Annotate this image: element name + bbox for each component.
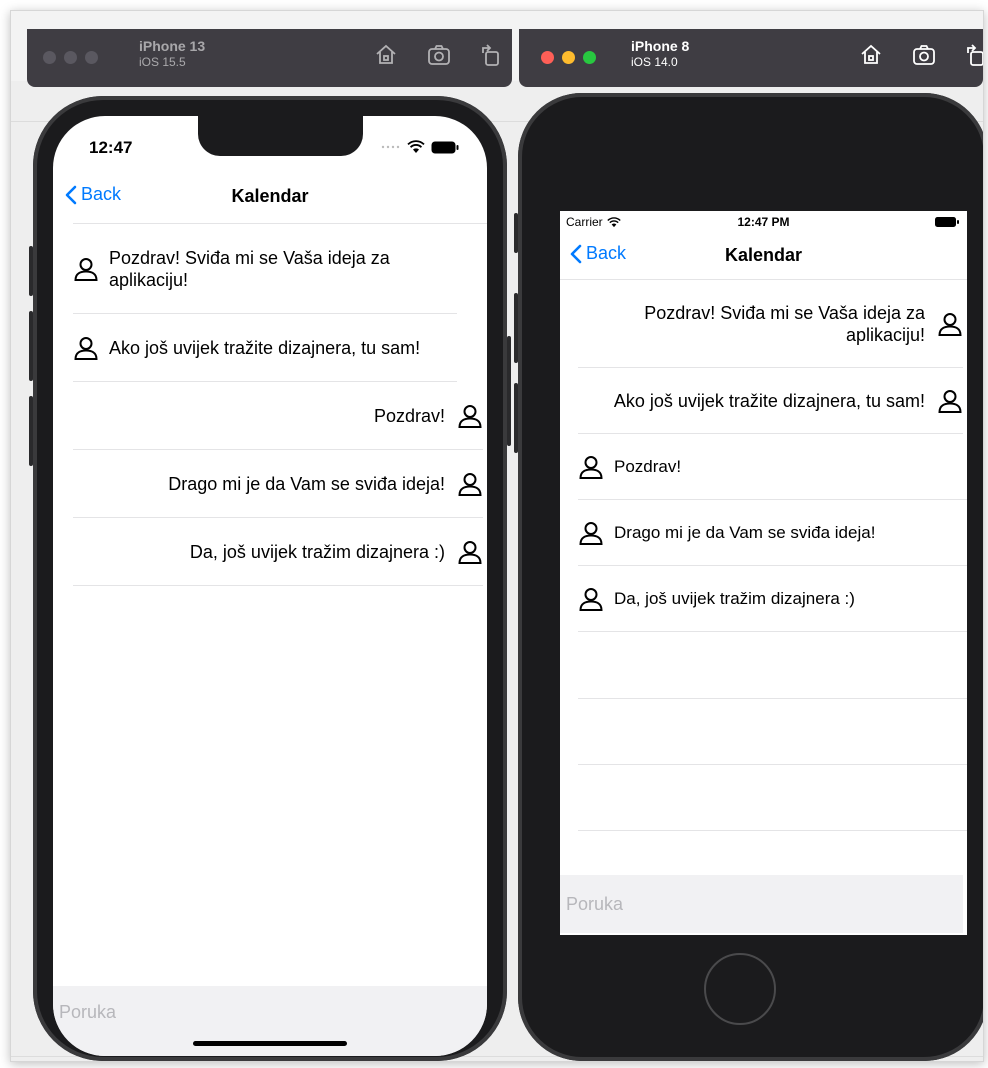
rotate-icon[interactable] — [965, 43, 984, 67]
status-bar: 12:47 — [53, 134, 487, 164]
message-input[interactable]: Poruka — [560, 875, 963, 933]
status-time: 12:47 — [89, 138, 133, 157]
message-row[interactable]: Pozdrav! — [578, 434, 967, 500]
user-icon — [938, 312, 962, 336]
device-name: iPhone 8 — [631, 38, 690, 54]
mute-switch — [514, 213, 518, 253]
nav-title: Kalendar — [724, 245, 803, 265]
screenshot-icon[interactable] — [911, 43, 937, 67]
message-text: Ako još uvijek tražite dizajnera, tu sam… — [109, 337, 421, 358]
volume-up-button — [29, 311, 33, 381]
message-text: Pozdrav! Sviđa mi se Vaša ideja za aplik… — [109, 247, 390, 290]
user-icon — [458, 540, 482, 564]
user-icon — [74, 336, 98, 360]
os-version: iOS 15.5 — [139, 55, 186, 69]
signal-icon — [381, 145, 400, 149]
user-icon — [458, 404, 482, 428]
power-button — [507, 336, 511, 446]
zoom-icon[interactable] — [85, 51, 98, 64]
message-row[interactable]: Da, još uvijek tražim dizajnera :) — [73, 518, 483, 586]
window-controls — [541, 51, 596, 64]
status-bar: Carrier 12:47 PM — [560, 211, 967, 233]
empty-row-separator — [578, 830, 967, 831]
message-text: Da, još uvijek tražim dizajnera :) — [614, 588, 855, 608]
battery-icon — [935, 217, 959, 227]
os-version: iOS 14.0 — [631, 55, 678, 69]
home-button[interactable] — [704, 953, 776, 1025]
status-time: 12:47 PM — [737, 215, 790, 229]
navigation-bar: Back Kalendar — [53, 174, 487, 218]
screenshot-frame: iPhone 13 iOS 15.5 iPhone 8 iOS 14.0 12:… — [10, 10, 984, 1062]
battery-icon — [431, 141, 459, 153]
close-icon[interactable] — [541, 51, 554, 64]
close-icon[interactable] — [43, 51, 56, 64]
minimize-icon[interactable] — [562, 51, 575, 64]
wifi-icon — [407, 140, 425, 153]
iphone13-device: 12:47 Back Kalendar Pozdrav! Sviđa mi se… — [29, 96, 511, 1061]
simulator-toolbar — [859, 43, 984, 67]
message-row[interactable]: Pozdrav! Sviđa mi se Vaša ideja za aplik… — [578, 280, 963, 368]
navigation-bar: Back Kalendar — [560, 233, 967, 277]
message-row[interactable]: Ako još uvijek tražite dizajnera, tu sam… — [73, 314, 457, 382]
iphone13-screen: 12:47 Back Kalendar Pozdrav! Sviđa mi se… — [53, 116, 487, 1056]
message-text: Da, još uvijek tražim dizajnera :) — [189, 541, 445, 562]
home-icon[interactable] — [859, 43, 883, 67]
message-text: Drago mi je da Vam se sviđa ideja! — [614, 522, 876, 542]
iphone8-screen: Carrier 12:47 PM Back Kalendar Pozdrav! … — [560, 211, 967, 935]
volume-up-button — [514, 293, 518, 363]
simulator-titlebar-iphone13[interactable]: iPhone 13 iOS 15.5 — [27, 29, 512, 87]
user-icon — [579, 455, 603, 479]
simulator-label: iPhone 8 iOS 14.0 — [631, 37, 689, 69]
simulator-titlebar-iphone8[interactable]: iPhone 8 iOS 14.0 — [519, 29, 983, 87]
simulator-label: iPhone 13 iOS 15.5 — [139, 37, 205, 69]
mute-switch — [29, 246, 33, 296]
message-row[interactable]: Drago mi je da Vam se sviđa ideja! — [578, 500, 967, 566]
home-indicator — [193, 1041, 347, 1046]
empty-row-separator — [578, 764, 967, 765]
message-row[interactable]: Pozdrav! — [73, 382, 483, 450]
device-name: iPhone 13 — [139, 38, 206, 54]
home-icon[interactable] — [374, 43, 398, 67]
simulator-toolbar — [374, 43, 502, 67]
message-text: Pozdrav! — [373, 405, 445, 426]
message-text: Pozdrav! — [614, 456, 682, 476]
message-row[interactable]: Pozdrav! Sviđa mi se Vaša ideja za aplik… — [73, 224, 457, 314]
iphone8-device: Carrier 12:47 PM Back Kalendar Pozdrav! … — [514, 93, 983, 1061]
empty-row-separator — [578, 698, 967, 699]
window-controls — [43, 51, 98, 64]
user-icon — [74, 257, 98, 281]
user-icon — [579, 587, 603, 611]
message-text: Pozdrav! Sviđa mi se Vaša ideja za aplik… — [644, 302, 925, 345]
nav-title: Kalendar — [231, 186, 309, 206]
zoom-icon[interactable] — [583, 51, 596, 64]
user-icon — [458, 472, 482, 496]
message-text: Ako još uvijek tražite dizajnera, tu sam… — [613, 390, 925, 411]
user-icon — [579, 521, 603, 545]
volume-down-button — [29, 396, 33, 466]
minimize-icon[interactable] — [64, 51, 77, 64]
volume-down-button — [514, 383, 518, 453]
user-icon — [938, 389, 962, 413]
message-row[interactable]: Da, još uvijek tražim dizajnera :) — [578, 566, 967, 632]
status-icons — [381, 140, 459, 154]
screenshot-icon[interactable] — [426, 43, 452, 67]
message-row[interactable]: Drago mi je da Vam se sviđa ideja! — [73, 450, 483, 518]
message-text: Drago mi je da Vam se sviđa ideja! — [168, 473, 445, 494]
message-row[interactable]: Ako još uvijek tražite dizajnera, tu sam… — [578, 368, 963, 434]
rotate-icon[interactable] — [480, 43, 502, 67]
